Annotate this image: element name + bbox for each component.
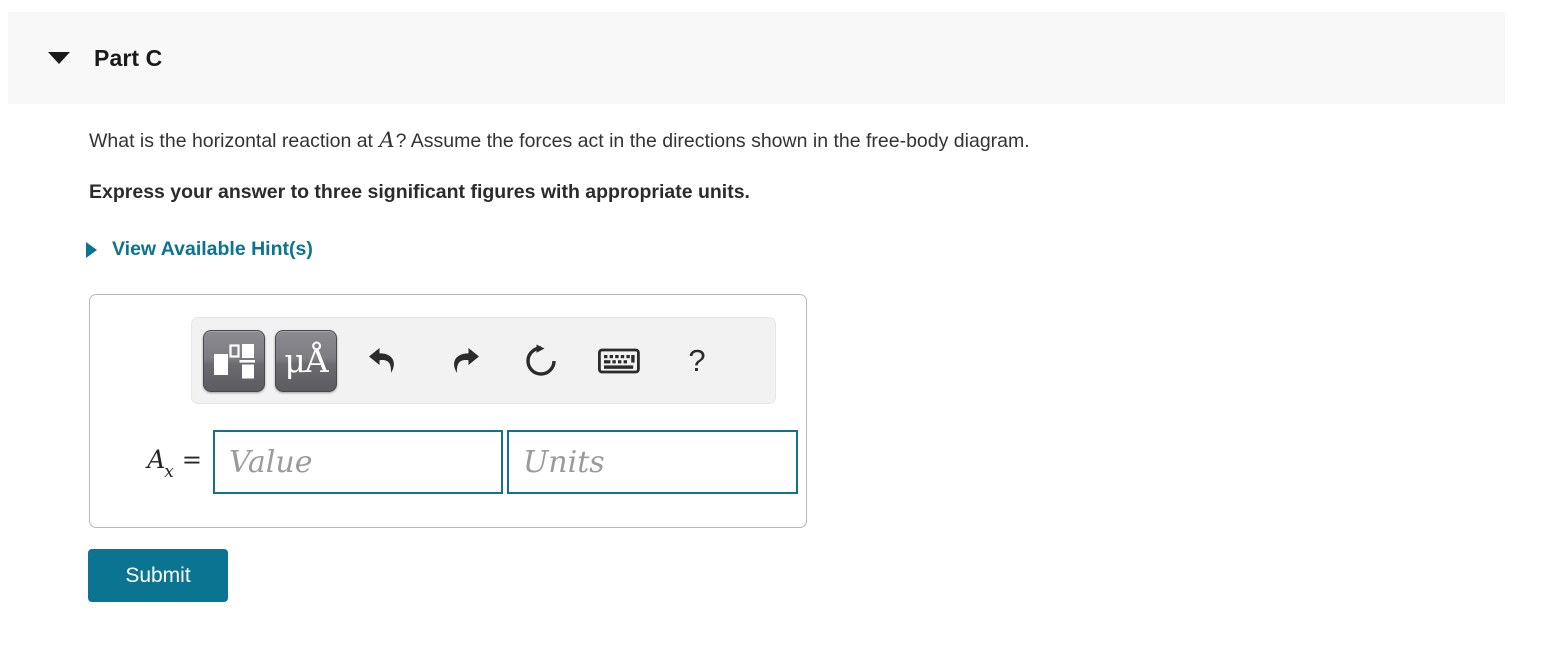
undo-arrow-icon bbox=[369, 347, 394, 373]
part-header: Part C bbox=[8, 12, 1505, 104]
equals-sign: = bbox=[181, 446, 202, 474]
question-mark-icon: ? bbox=[688, 342, 706, 378]
variable-subscript: x bbox=[164, 462, 174, 482]
view-hints-link[interactable]: View Available Hint(s) bbox=[86, 238, 313, 261]
units-button[interactable]: μÅ bbox=[275, 329, 337, 392]
math-template-button[interactable] bbox=[203, 329, 265, 392]
redo-button[interactable] bbox=[436, 334, 490, 388]
submit-button[interactable]: Submit bbox=[88, 549, 228, 602]
triangle-down-icon bbox=[48, 52, 70, 64]
question-prompt: What is the horizontal reaction at A? As… bbox=[89, 127, 1030, 154]
keyboard-button[interactable] bbox=[592, 334, 646, 388]
collapse-part-toggle[interactable] bbox=[36, 52, 82, 64]
reset-circular-arrow-icon bbox=[526, 344, 556, 376]
question-instruction: Express your answer to three significant… bbox=[89, 181, 750, 203]
answer-units-input[interactable] bbox=[507, 430, 798, 494]
view-hints-label: View Available Hint(s) bbox=[112, 238, 313, 260]
answer-variable-label: Ax = bbox=[112, 445, 202, 482]
math-toolbar: μÅ ? bbox=[191, 317, 776, 404]
reset-button[interactable] bbox=[514, 334, 568, 388]
question-prompt-text-before: What is the horizontal reaction at bbox=[89, 130, 379, 152]
answer-panel: μÅ ? Ax = Value Units bbox=[89, 294, 807, 528]
micro-angstrom-icon: μÅ bbox=[284, 341, 328, 380]
question-variable-a: A bbox=[379, 128, 395, 152]
triangle-right-icon bbox=[86, 241, 97, 258]
part-c-question-page: Part C What is the horizontal reaction a… bbox=[0, 0, 1544, 648]
help-button[interactable]: ? bbox=[670, 334, 724, 388]
answer-value-input[interactable] bbox=[213, 430, 503, 494]
variable-base: A bbox=[147, 445, 166, 474]
redo-arrow-icon bbox=[454, 347, 479, 373]
keyboard-icon bbox=[598, 348, 640, 373]
answer-row: Ax = bbox=[112, 430, 798, 494]
page-title: Part C bbox=[94, 44, 163, 71]
question-prompt-text-after: ? Assume the forces act in the direction… bbox=[395, 130, 1030, 152]
undo-button[interactable] bbox=[358, 334, 412, 388]
math-template-icon bbox=[214, 343, 255, 378]
